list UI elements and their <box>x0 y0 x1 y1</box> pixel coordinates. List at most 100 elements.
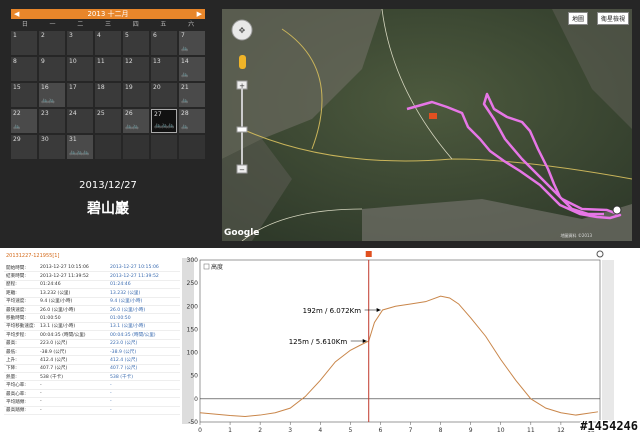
calendar-day-9[interactable]: 9 <box>39 57 65 81</box>
y-tick-label: 150 <box>187 326 199 333</box>
calendar-day-23[interactable]: 23 <box>39 109 65 133</box>
stats-row: 最高: 223.0 (公尺) 223.0 (公尺) <box>4 339 184 348</box>
next-month-icon[interactable]: ▶ <box>197 10 202 18</box>
satellite-map: ✥ + − <box>222 9 632 241</box>
elevation-chart[interactable]: 300 250 200 150 100 50 0 -50 0 1 2 3 4 5 6 7 8 9 10 11 12 13 高… <box>180 250 640 435</box>
stats-v2: 223.0 (公尺) <box>108 339 184 348</box>
bike-activity-icon: 🚲🚲 <box>41 97 55 104</box>
map-view[interactable]: ✥ + − 地圖 衛星檢視 Google 地圖資料 ©2013 <box>222 9 632 241</box>
stats-label: 最低: <box>4 347 38 357</box>
marker-flag-icon[interactable] <box>429 113 437 119</box>
calendar-day-17[interactable]: 17 <box>67 83 93 107</box>
calendar-day-3[interactable]: 3 <box>67 31 93 55</box>
calendar-day-27[interactable]: 27 🚲🚲🚲 <box>151 109 177 133</box>
day-number: 26 <box>125 110 133 117</box>
weekday-label: 日 <box>21 21 28 28</box>
right-scroll-track[interactable] <box>602 260 614 422</box>
bike-activity-icon: 🚲 <box>181 45 189 52</box>
calendar-month-title: 2013 十二月 <box>87 10 129 18</box>
prev-month-icon[interactable]: ◀ <box>14 10 19 18</box>
bike-activity-icon: 🚲 <box>181 123 189 130</box>
calendar-day-21[interactable]: 21 🚲 <box>179 83 205 107</box>
cursor-flag-icon[interactable] <box>365 251 372 257</box>
stats-row: 最快速度: 26.0 (公里/小時) 26.0 (公里/小時) <box>4 305 184 315</box>
calendar: ◀ 2013 十二月 ▶ 日一二三四五六 1 2 3 4 5 6 7 🚲 8 9 10 11 12 13 1… <box>11 9 205 159</box>
stats-v1: 01:24:46 <box>38 280 108 290</box>
calendar-day-14[interactable]: 14 🚲 <box>179 57 205 81</box>
watermark: #1454246 <box>580 419 638 433</box>
stats-v2: - <box>108 389 184 399</box>
calendar-day-4[interactable]: 4 <box>95 31 121 55</box>
calendar-day-11[interactable]: 11 <box>95 57 121 81</box>
calendar-day-8[interactable]: 8 <box>11 57 37 81</box>
calendar-day-1[interactable]: 1 <box>11 31 37 55</box>
calendar-day-2[interactable]: 2 <box>39 31 65 55</box>
calendar-day-30[interactable]: 30 <box>39 135 65 159</box>
day-number: 28 <box>181 110 189 117</box>
legend-swatch[interactable] <box>203 263 210 270</box>
satellite-type-button[interactable]: 衛星檢視 <box>596 12 629 25</box>
end-point-icon[interactable] <box>596 250 604 258</box>
stats-row: 平均速度: 9.4 (公里/小時) 9.4 (公里/小時) <box>4 297 184 306</box>
calendar-day-13[interactable]: 13 <box>151 57 177 81</box>
day-number: 6 <box>153 32 157 39</box>
track-title: 20131227-121955[1] <box>6 253 60 259</box>
day-number: 11 <box>97 58 105 65</box>
y-tick-label: 250 <box>187 280 199 287</box>
weekday-label: 六 <box>188 21 195 28</box>
calendar-day-16[interactable]: 16 🚲🚲 <box>39 83 65 107</box>
x-tick-label: 11 <box>527 427 535 434</box>
stats-v2: 412.4 (公尺) <box>108 355 184 365</box>
calendar-day-25[interactable]: 25 <box>95 109 121 133</box>
calendar-empty-cell <box>95 135 121 159</box>
calendar-day-29[interactable]: 29 <box>11 135 37 159</box>
calendar-day-26[interactable]: 26 🚲🚲 <box>123 109 149 133</box>
calendar-day-12[interactable]: 12 <box>123 57 149 81</box>
end-marker-icon[interactable] <box>612 205 622 215</box>
x-tick-label: 4 <box>318 427 322 434</box>
x-tick-label: 1 <box>228 427 232 434</box>
stats-label: 熱量: <box>4 372 38 382</box>
calendar-day-18[interactable]: 18 <box>95 83 121 107</box>
day-number: 31 <box>69 136 77 143</box>
calendar-day-24[interactable]: 24 <box>67 109 93 133</box>
svg-text:+: + <box>239 82 245 90</box>
stats-v2: 9.4 (公里/小時) <box>108 297 184 306</box>
stats-v2: 538 (千卡) <box>108 372 184 382</box>
stats-row: 最高心率: - - <box>4 389 184 399</box>
stats-label: 最高心率: <box>4 389 38 399</box>
calendar-day-22[interactable]: 22 🚲 <box>11 109 37 133</box>
day-number: 17 <box>69 84 77 91</box>
zoom-slider-handle[interactable] <box>236 126 248 133</box>
stats-v2: 00:04:35 (時間/公里) <box>108 330 184 340</box>
map-type-button[interactable]: 地圖 <box>567 12 588 25</box>
calendar-day-5[interactable]: 5 <box>123 31 149 55</box>
stats-label: 最快速度: <box>4 305 38 315</box>
stats-table: 開始時間: 2013-12-27 10:15:06 2013-12-27 10:15… <box>4 264 184 416</box>
stats-label: 上升: <box>4 355 38 365</box>
calendar-day-20[interactable]: 20 <box>151 83 177 107</box>
day-number: 15 <box>13 84 21 91</box>
calendar-day-7[interactable]: 7 🚲 <box>179 31 205 55</box>
calendar-day-19[interactable]: 19 <box>123 83 149 107</box>
stats-row: 平均踏頻: - - <box>4 397 184 407</box>
stats-v2: 26.0 (公里/小時) <box>108 305 184 315</box>
calendar-day-10[interactable]: 10 <box>67 57 93 81</box>
day-number: 1 <box>13 32 17 39</box>
stats-v2: - <box>108 397 184 407</box>
calendar-day-15[interactable]: 15 <box>11 83 37 107</box>
day-number: 7 <box>181 32 185 39</box>
stats-row: 結束時間: 2013-12-27 11:39:52 2013-12-27 11:39… <box>4 271 184 281</box>
stats-v1: - <box>38 380 108 390</box>
calendar-day-31[interactable]: 31 🚲🚲🚲 <box>67 135 93 159</box>
street-view-icon[interactable] <box>239 55 246 69</box>
stats-row: 平均步程: 00:04:35 (時間/公里) 00:04:35 (時間/公里) <box>4 330 184 340</box>
x-tick-label: 8 <box>439 427 443 434</box>
calendar-day-6[interactable]: 6 <box>151 31 177 55</box>
day-number: 5 <box>125 32 129 39</box>
selected-date: 2013/12/27 <box>79 180 137 191</box>
calendar-day-28[interactable]: 28 🚲 <box>179 109 205 133</box>
stats-row: 歷程: 01:24:46 01:24:46 <box>4 280 184 290</box>
day-number: 12 <box>125 58 133 65</box>
stats-label: 距離: <box>4 288 38 298</box>
